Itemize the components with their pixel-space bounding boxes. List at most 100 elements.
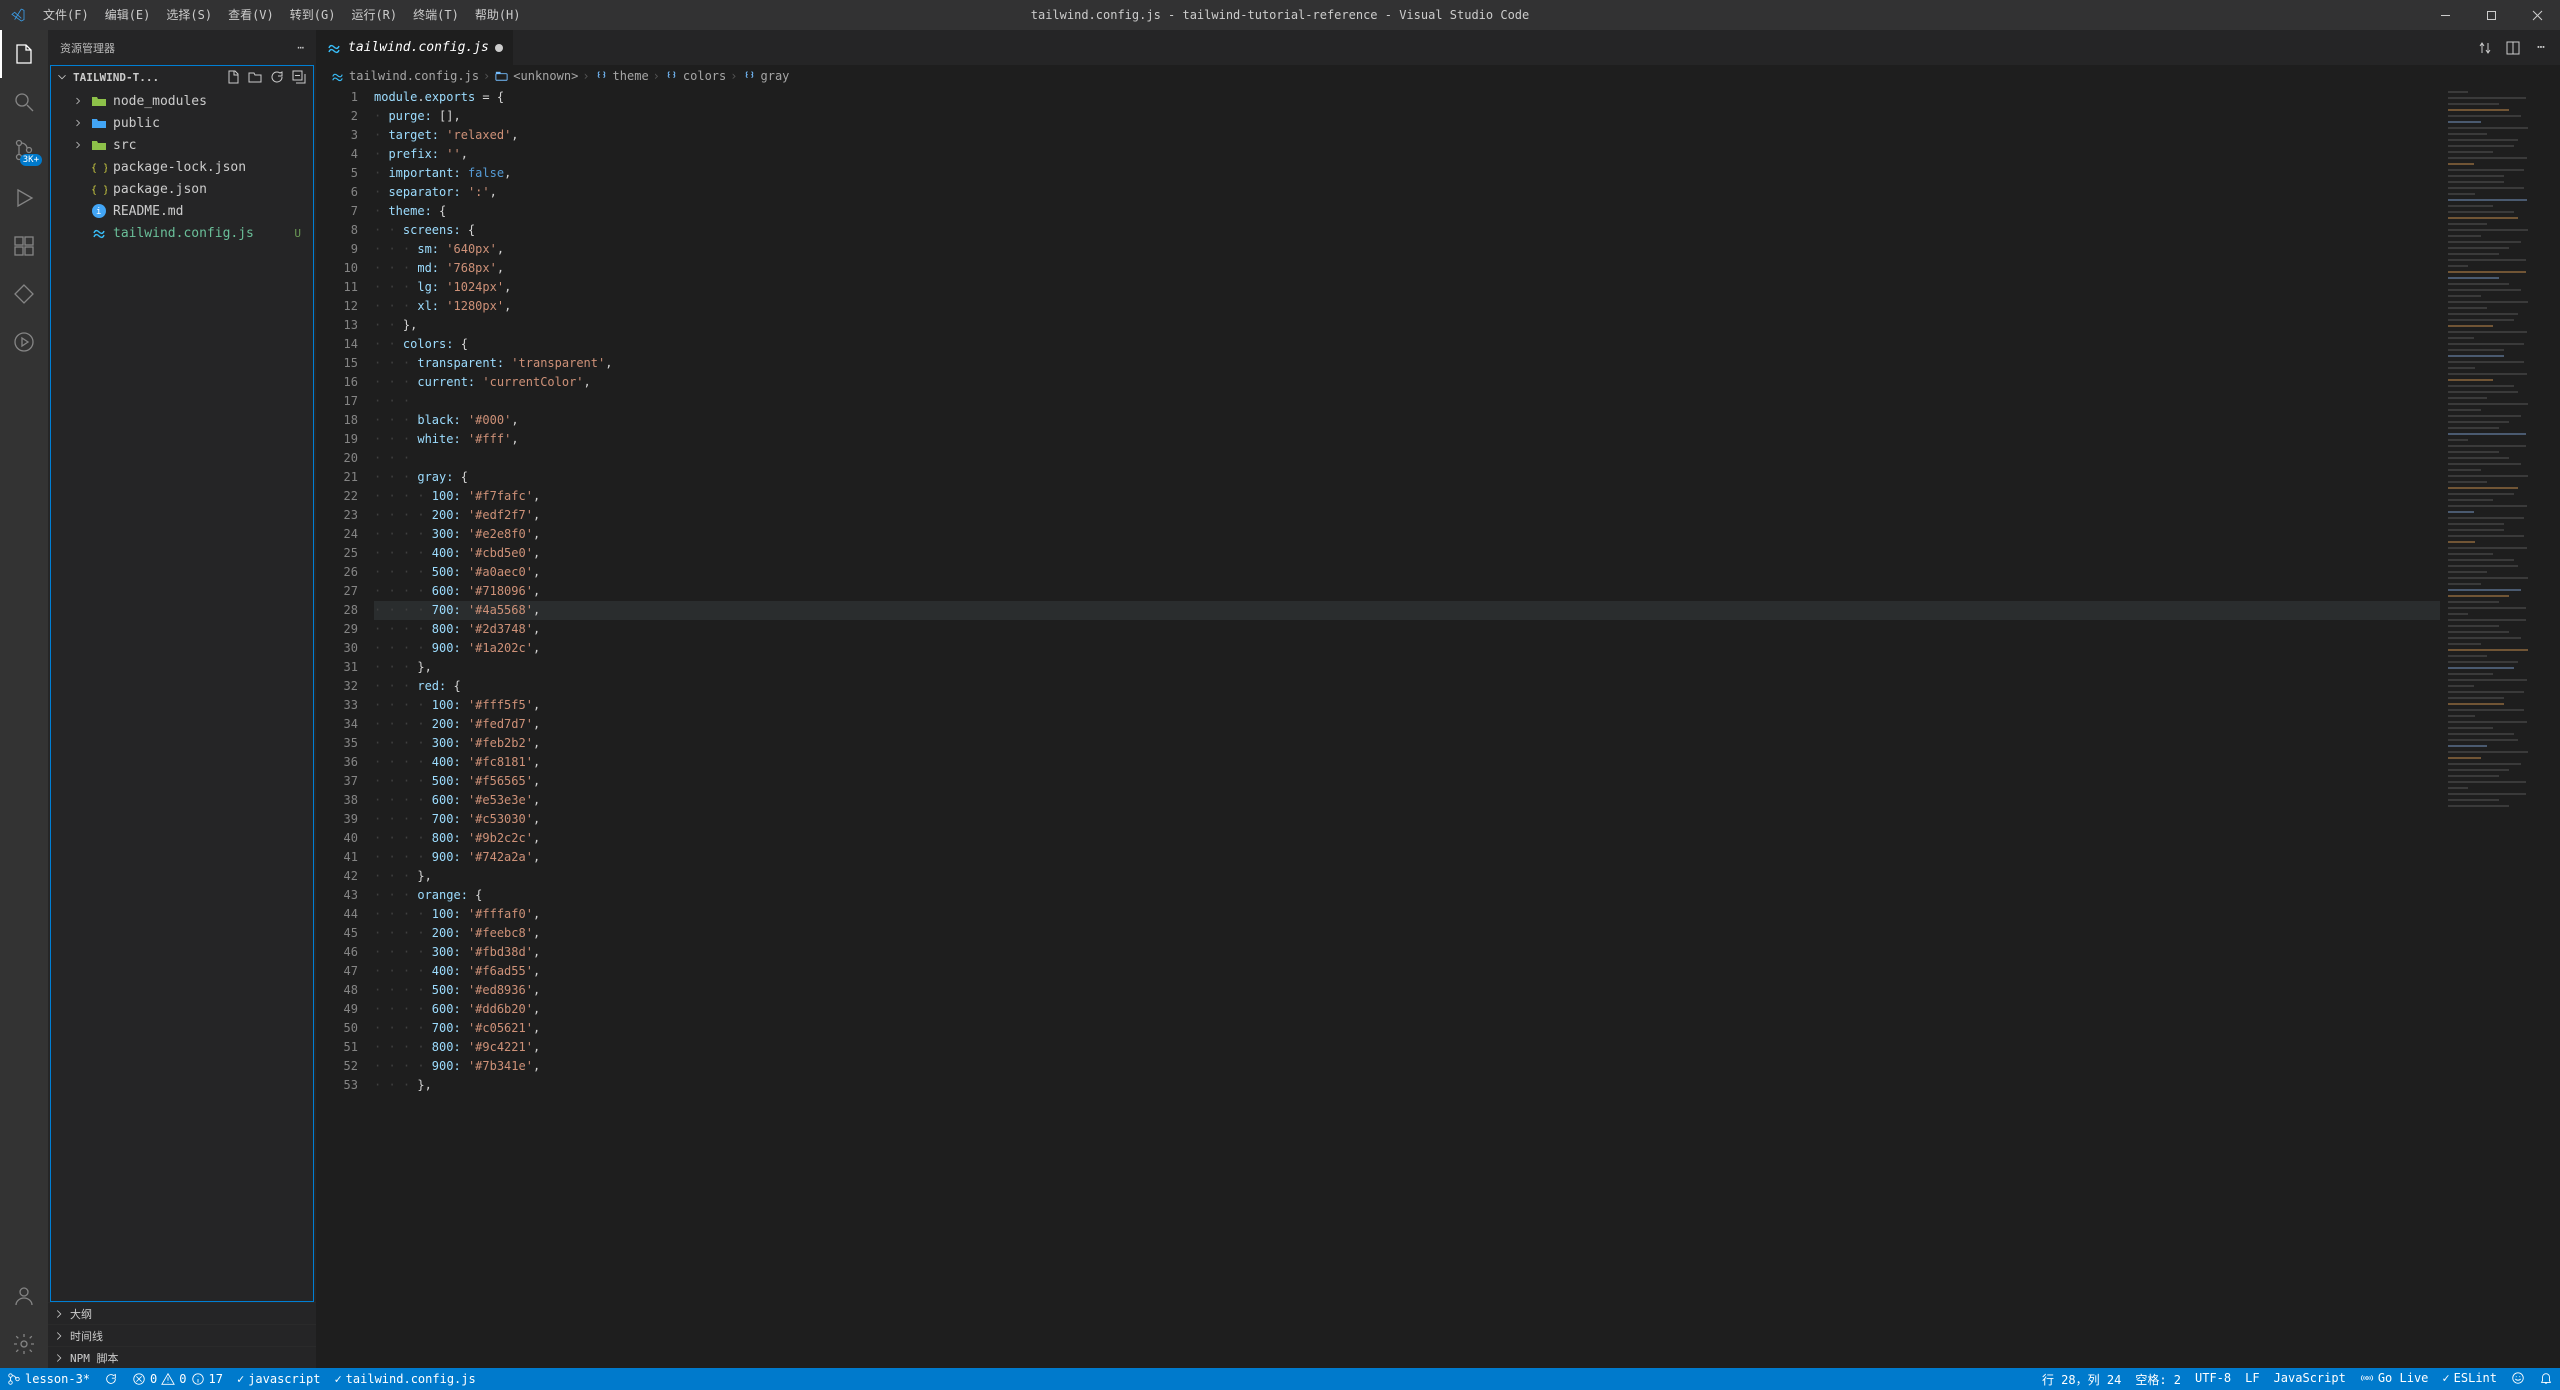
sb-lncol-label: 行 28，列 24 xyxy=(2042,1371,2121,1388)
menu-item[interactable]: 文件(F) xyxy=(35,0,97,30)
menu-item[interactable]: 编辑(E) xyxy=(97,0,159,30)
folder-icon xyxy=(91,115,107,131)
sb-problems[interactable]: 0 0 17 xyxy=(125,1368,230,1390)
file-row[interactable]: { }package.json xyxy=(51,178,313,200)
file-label: README.md xyxy=(113,204,183,219)
activity-debug[interactable] xyxy=(0,174,48,222)
activity-search[interactable] xyxy=(0,78,48,126)
sb-spaces[interactable]: 空格: 2 xyxy=(2128,1371,2188,1388)
menu-bar: 文件(F)编辑(E)选择(S)查看(V)转到(G)运行(R)终端(T)帮助(H) xyxy=(35,0,529,30)
section-npm-label: NPM 脚本 xyxy=(70,1350,119,1366)
breadcrumbs[interactable]: tailwind.config.js›<unknown>›theme›color… xyxy=(316,65,2560,87)
menu-item[interactable]: 查看(V) xyxy=(220,0,282,30)
editor-tabs: tailwind.config.js ⋯ xyxy=(316,30,2560,65)
folder-row[interactable]: src xyxy=(51,134,313,156)
vscode-logo-icon xyxy=(0,7,35,23)
file-icon: i xyxy=(91,203,107,219)
sidebar-more-icon[interactable]: ⋯ xyxy=(297,41,304,54)
section-outline[interactable]: 大纲 xyxy=(48,1302,316,1324)
breadcrumb-icon xyxy=(664,69,679,84)
refresh-icon[interactable] xyxy=(267,67,287,87)
menu-item[interactable]: 帮助(H) xyxy=(467,0,529,30)
section-npm[interactable]: NPM 脚本 xyxy=(48,1346,316,1368)
sidebar-title: 资源管理器 xyxy=(60,40,115,56)
menu-item[interactable]: 选择(S) xyxy=(158,0,220,30)
file-row[interactable]: i README.md xyxy=(51,200,313,222)
breadcrumb-icon xyxy=(330,69,345,84)
breadcrumb-item[interactable]: tailwind.config.js xyxy=(349,69,479,83)
activity-explorer[interactable] xyxy=(0,30,48,78)
breadcrumb-icon xyxy=(494,69,509,84)
sb-encoding[interactable]: UTF-8 xyxy=(2188,1371,2238,1385)
minimap[interactable] xyxy=(2440,87,2560,1368)
status-bar: lesson-3* 0 0 17 ✓ javascript ✓ tailwind… xyxy=(0,1368,2560,1390)
sb-eslint[interactable]: ✓ ESLint xyxy=(2435,1371,2504,1385)
sidebar-header: 资源管理器 ⋯ xyxy=(48,30,316,65)
file-label: tailwind.config.js xyxy=(113,226,254,241)
activity-extensions[interactable] xyxy=(0,222,48,270)
close-button[interactable] xyxy=(2514,0,2560,30)
activity-live-server[interactable] xyxy=(0,318,48,366)
sb-warnings: 0 xyxy=(179,1372,186,1386)
sb-sync[interactable] xyxy=(97,1368,125,1390)
sb-lang-label: JavaScript xyxy=(2274,1371,2346,1385)
file-row[interactable]: tailwind.config.js U xyxy=(51,222,313,244)
file-icon xyxy=(91,225,107,241)
sb-lang[interactable]: JavaScript xyxy=(2267,1371,2353,1385)
activity-scm[interactable]: 3K+ xyxy=(0,126,48,174)
breadcrumb-item[interactable]: colors xyxy=(683,69,726,83)
sb-encoding-label: UTF-8 xyxy=(2195,1371,2231,1385)
breadcrumb-item[interactable]: theme xyxy=(613,69,649,83)
breadcrumb-item[interactable]: <unknown> xyxy=(513,69,578,83)
breadcrumb-item[interactable]: gray xyxy=(761,69,790,83)
minimize-button[interactable] xyxy=(2422,0,2468,30)
sb-check-0: javascript xyxy=(248,1372,320,1386)
sidebar: 资源管理器 ⋯ TAILWIND-T... node_modulespublic… xyxy=(48,30,316,1368)
tab-tailwind-config[interactable]: tailwind.config.js xyxy=(316,30,514,65)
folder-row[interactable]: node_modules xyxy=(51,90,313,112)
sb-feedback[interactable] xyxy=(2504,1371,2532,1385)
sb-info: 17 xyxy=(209,1372,223,1386)
file-label: package-lock.json xyxy=(113,160,246,175)
section-timeline[interactable]: 时间线 xyxy=(48,1324,316,1346)
sb-errors: 0 xyxy=(150,1372,157,1386)
compare-changes-icon[interactable] xyxy=(2474,37,2496,59)
git-decoration: U xyxy=(294,227,301,240)
sb-branch[interactable]: lesson-3* xyxy=(0,1368,97,1390)
sb-check-tw[interactable]: ✓ tailwind.config.js xyxy=(327,1368,482,1390)
maximize-button[interactable] xyxy=(2468,0,2514,30)
sb-lncol[interactable]: 行 28，列 24 xyxy=(2035,1371,2128,1388)
sb-bell[interactable] xyxy=(2532,1371,2560,1385)
sb-eslint-label: ESLint xyxy=(2454,1371,2497,1385)
file-icon: { } xyxy=(91,159,107,175)
tab-label: tailwind.config.js xyxy=(348,40,489,55)
section-timeline-label: 时间线 xyxy=(70,1328,103,1344)
menu-item[interactable]: 终端(T) xyxy=(405,0,467,30)
explorer-folder-header[interactable]: TAILWIND-T... xyxy=(51,66,313,88)
new-file-icon[interactable] xyxy=(223,67,243,87)
window-title: tailwind.config.js - tailwind-tutorial-r… xyxy=(1031,8,1530,22)
menu-item[interactable]: 运行(R) xyxy=(343,0,405,30)
section-outline-label: 大纲 xyxy=(70,1306,92,1322)
more-actions-icon[interactable]: ⋯ xyxy=(2530,37,2552,59)
collapse-all-icon[interactable] xyxy=(289,67,309,87)
folder-row[interactable]: public xyxy=(51,112,313,134)
file-icon: { } xyxy=(91,181,107,197)
tailwind-icon xyxy=(326,40,342,56)
new-folder-icon[interactable] xyxy=(245,67,265,87)
activity-git-graph[interactable] xyxy=(0,270,48,318)
svg-text:{ }: { } xyxy=(91,163,107,174)
folder-icon xyxy=(91,137,107,153)
editor-area: tailwind.config.js ⋯ tailwind.config.js›… xyxy=(316,30,2560,1368)
sb-eol[interactable]: LF xyxy=(2238,1371,2266,1385)
file-row[interactable]: { } package-lock.json xyxy=(51,156,313,178)
file-label: node_modules xyxy=(113,94,207,109)
code-editor[interactable]: module.exports = {· purge: [],· target: … xyxy=(374,87,2440,1368)
title-bar: 文件(F)编辑(E)选择(S)查看(V)转到(G)运行(R)终端(T)帮助(H)… xyxy=(0,0,2560,30)
menu-item[interactable]: 转到(G) xyxy=(282,0,344,30)
activity-settings[interactable] xyxy=(0,1320,48,1368)
sb-golive[interactable]: Go Live xyxy=(2353,1371,2436,1385)
activity-account[interactable] xyxy=(0,1272,48,1320)
sb-check-js[interactable]: ✓ javascript xyxy=(230,1368,327,1390)
split-editor-icon[interactable] xyxy=(2502,37,2524,59)
